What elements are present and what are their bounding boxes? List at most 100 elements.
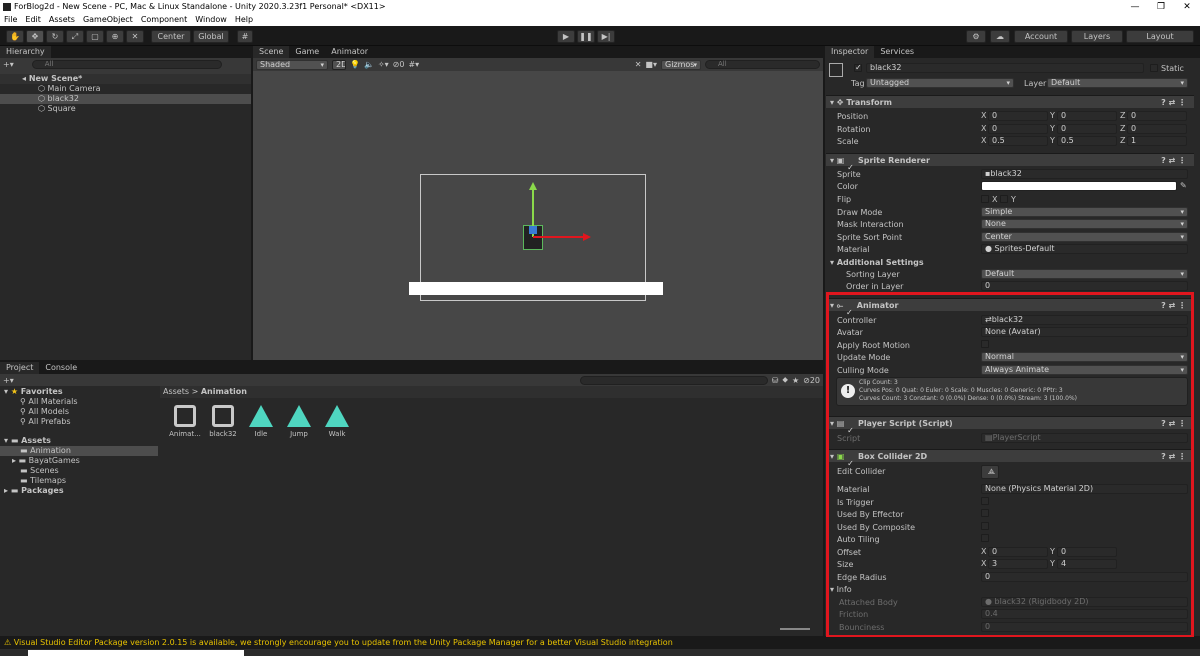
scale-x-field[interactable]: 0.5: [988, 136, 1048, 146]
rect-tool-icon[interactable]: ▢: [86, 30, 104, 43]
pause-icon[interactable]: ❚❚: [577, 30, 595, 43]
maximize-icon[interactable]: ❐: [1148, 0, 1174, 14]
position-x-field[interactable]: 0: [988, 111, 1048, 121]
tab-console[interactable]: Console: [39, 362, 83, 374]
sprite-renderer-header[interactable]: ▾ ▣ Sprite Renderer ? ⇄ ⋮: [826, 153, 1194, 174]
position-y-label[interactable]: Y: [1050, 111, 1055, 120]
account-dropdown[interactable]: Account: [1014, 30, 1068, 43]
rotation-x-label[interactable]: X: [981, 124, 986, 133]
size-x-field[interactable]: 3: [988, 559, 1048, 569]
scale-z-label[interactable]: Z: [1120, 136, 1125, 145]
static-checkbox[interactable]: [1150, 64, 1158, 72]
close-icon[interactable]: ✕: [1174, 0, 1200, 14]
hidden-icon[interactable]: ⊘20: [803, 376, 820, 385]
scale-y-field[interactable]: 0.5: [1057, 136, 1117, 146]
transform-tool-icon[interactable]: ⊕: [106, 30, 124, 43]
taskbar-search[interactable]: [28, 650, 244, 656]
layers-dropdown[interactable]: Layers: [1071, 30, 1123, 43]
menu-edit[interactable]: Edit: [25, 14, 41, 26]
hand-tool-icon[interactable]: ✋: [6, 30, 24, 43]
assets-node[interactable]: ▾ ▬ Assets: [0, 436, 158, 446]
scale-x-label[interactable]: X: [981, 136, 986, 145]
favorite-icon[interactable]: ★: [792, 376, 799, 385]
cloud-icon[interactable]: ☁: [990, 30, 1010, 43]
scene-search-input[interactable]: All: [705, 60, 820, 69]
sort-point-dropdown[interactable]: Center: [981, 232, 1188, 242]
gizmo-x-arrow-icon[interactable]: [583, 233, 591, 241]
tab-animator[interactable]: Animator: [325, 46, 374, 58]
tree-item-square[interactable]: ⬡ Square: [0, 104, 251, 114]
active-checkbox[interactable]: [854, 63, 862, 72]
audio-icon[interactable]: 🔈: [364, 60, 374, 69]
tab-hierarchy[interactable]: Hierarchy: [0, 46, 51, 58]
tab-services[interactable]: Services: [874, 46, 920, 58]
gizmo-y-arrow-icon[interactable]: [529, 182, 537, 190]
rotation-x-field[interactable]: 0: [988, 124, 1048, 134]
menu-window[interactable]: Window: [195, 14, 227, 26]
breadcrumb-leaf[interactable]: Animation: [201, 387, 247, 396]
size-y-field[interactable]: 4: [1057, 559, 1117, 569]
tab-project[interactable]: Project: [0, 362, 40, 374]
grid-icon[interactable]: #▾: [408, 60, 419, 69]
position-x-label[interactable]: X: [981, 111, 986, 120]
favorite-item[interactable]: ⚲ All Models: [0, 407, 158, 417]
menu-assets[interactable]: Assets: [49, 14, 75, 26]
favorite-item[interactable]: ⚲ All Materials: [0, 397, 158, 407]
folder-item-tilemaps[interactable]: ▬ Tilemaps: [0, 476, 158, 486]
packages-node[interactable]: ▸ ▬ Packages: [0, 486, 158, 496]
play-icon[interactable]: ▶: [557, 30, 575, 43]
pivot-center-button[interactable]: Center: [151, 30, 191, 43]
square-sprite[interactable]: [409, 282, 663, 295]
filter-label-icon[interactable]: ⬥: [782, 375, 788, 385]
component-menu-icon[interactable]: ? ⇄ ⋮: [1161, 154, 1186, 167]
sorting-layer-dropdown[interactable]: Default: [981, 269, 1188, 279]
size-y-label[interactable]: Y: [1050, 559, 1055, 568]
scale-tool-icon[interactable]: ⤢: [66, 30, 84, 43]
offset-x-field[interactable]: 0: [988, 547, 1048, 557]
position-z-field[interactable]: 0: [1127, 111, 1187, 121]
tag-dropdown[interactable]: Untagged: [866, 78, 1014, 88]
project-search-input[interactable]: [579, 375, 768, 385]
hierarchy-search-input[interactable]: All: [31, 59, 222, 69]
object-name-field[interactable]: black32: [866, 63, 1144, 73]
folder-item-scenes[interactable]: ▬ Scenes: [0, 466, 158, 476]
tab-inspector[interactable]: Inspector: [825, 46, 875, 58]
add-icon[interactable]: +▾: [3, 60, 14, 69]
component-menu-icon[interactable]: ? ⇄ ⋮: [1161, 96, 1186, 109]
gizmo-plane-handle[interactable]: [529, 226, 537, 234]
step-icon[interactable]: ▶|: [597, 30, 615, 43]
move-tool-icon[interactable]: ✥: [26, 30, 44, 43]
collab-icon[interactable]: ⚙: [966, 30, 986, 43]
flip-x-checkbox[interactable]: [981, 195, 989, 203]
lighting-icon[interactable]: 💡: [350, 60, 360, 69]
layout-dropdown[interactable]: Layout: [1126, 30, 1194, 43]
favorites-node[interactable]: ▾ ★ Favorites: [0, 387, 158, 397]
offset-x-label[interactable]: X: [981, 547, 986, 556]
status-bar[interactable]: ⚠ Visual Studio Editor Package version 2…: [0, 637, 1200, 649]
pivot-global-button[interactable]: Global: [193, 30, 229, 43]
tree-item-main-camera[interactable]: ⬡ Main Camera: [0, 84, 251, 94]
offset-y-label[interactable]: Y: [1050, 547, 1055, 556]
material-field[interactable]: ● Sprites-Default: [981, 244, 1188, 254]
rotation-z-field[interactable]: 0: [1127, 124, 1187, 134]
sprite-field[interactable]: ▪black32: [981, 169, 1188, 179]
asset-jump[interactable]: Jump: [279, 405, 319, 438]
tab-scene[interactable]: Scene: [253, 46, 290, 58]
scene-root[interactable]: ◂ New Scene*: [0, 74, 251, 84]
position-z-label[interactable]: Z: [1120, 111, 1125, 120]
effects-icon[interactable]: ✧▾: [378, 60, 389, 69]
order-field[interactable]: 0: [981, 281, 1188, 291]
draw-mode-dropdown[interactable]: Simple: [981, 207, 1188, 217]
custom-tool-icon[interactable]: ✕: [126, 30, 144, 43]
menu-gameobject[interactable]: GameObject: [83, 14, 133, 26]
tab-game[interactable]: Game: [289, 46, 325, 58]
mask-dropdown[interactable]: None: [981, 219, 1188, 229]
rotation-z-label[interactable]: Z: [1120, 124, 1125, 133]
add-icon[interactable]: +▾: [3, 376, 14, 385]
folder-item-bayatgames[interactable]: ▸ ▬ BayatGames: [0, 456, 158, 466]
toggle-2d-button[interactable]: 2D: [332, 59, 346, 70]
rotation-y-field[interactable]: 0: [1057, 124, 1117, 134]
favorite-item[interactable]: ⚲ All Prefabs: [0, 417, 158, 427]
shading-dropdown[interactable]: Shaded: [256, 59, 328, 70]
rotation-y-label[interactable]: Y: [1050, 124, 1055, 133]
